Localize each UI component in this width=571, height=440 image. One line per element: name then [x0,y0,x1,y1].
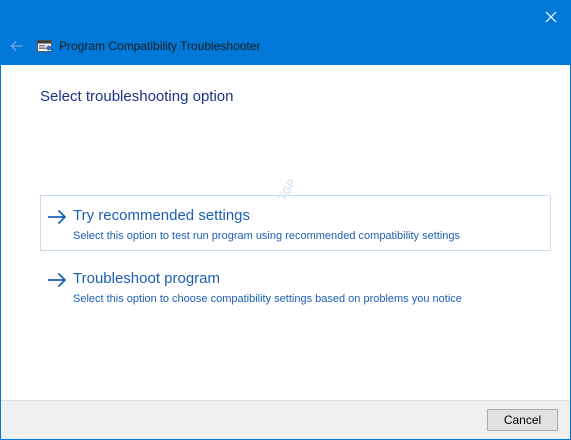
option-troubleshoot-program[interactable]: Troubleshoot program Select this option … [40,258,551,314]
back-arrow-icon [10,41,23,51]
option-title: Try recommended settings [73,207,251,224]
page-heading: Select troubleshooting option [40,88,234,105]
option-try-recommended-settings[interactable]: Try recommended settings Select this opt… [40,195,551,251]
window-title: Program Compatibility Troubleshooter [59,39,261,53]
troubleshooter-window: Program Compatibility Troubleshooter Sel… [0,0,571,440]
arrow-right-icon [48,209,67,225]
option-title: Troubleshoot program [73,270,221,287]
close-button[interactable] [538,5,564,29]
option-description: Select this option to choose compatibili… [73,293,462,305]
back-button[interactable] [7,37,27,55]
close-icon [545,11,557,23]
title-bar: Program Compatibility Troubleshooter [1,1,570,65]
option-description: Select this option to test run program u… [73,230,461,242]
troubleshooter-app-icon [37,40,52,52]
cancel-button[interactable]: Cancel [487,409,558,431]
footer-bar: Cancel [1,400,570,439]
arrow-right-icon [48,272,67,288]
